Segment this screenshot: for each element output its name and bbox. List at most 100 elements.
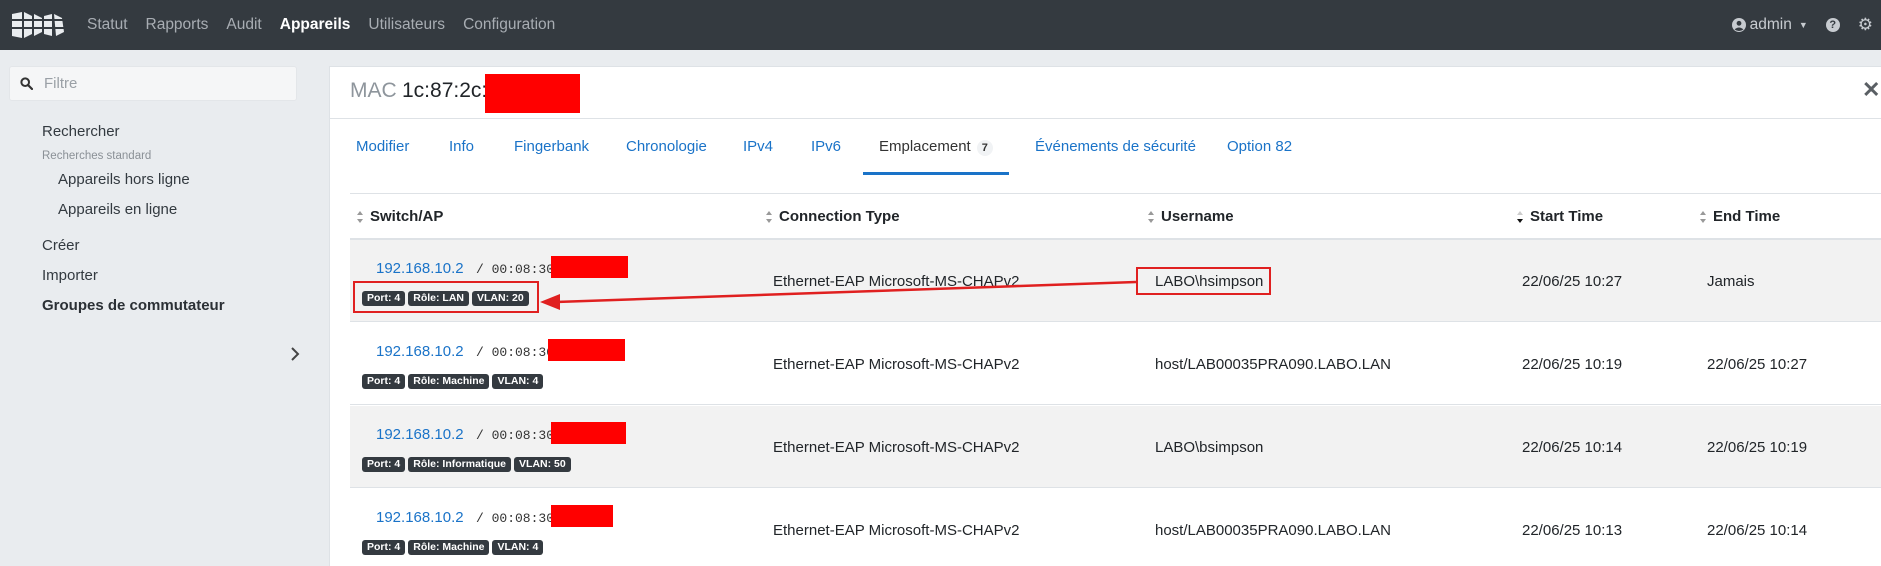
end-time: 22/06/25 10:14: [1707, 522, 1808, 539]
logo-icon[interactable]: [0, 0, 78, 50]
mac-label: MAC: [350, 79, 397, 102]
redaction-box: [551, 256, 628, 278]
sidebar-item-offline[interactable]: Appareils hors ligne: [58, 171, 190, 188]
nav-rapports[interactable]: Rapports: [137, 7, 218, 43]
tab-ipv6[interactable]: IPv6: [811, 120, 841, 175]
close-icon[interactable]: ✕: [1862, 77, 1880, 103]
col-switch-ap[interactable]: Switch/AP: [356, 208, 443, 225]
filter-input[interactable]: [44, 75, 284, 92]
redaction-box: [551, 422, 626, 444]
sort-desc-icon: [1517, 210, 1523, 223]
vlan-badge: VLAN: 4: [492, 374, 544, 389]
switch-ip-link[interactable]: 192.168.10.2: [376, 260, 464, 277]
start-time: 22/06/25 10:19: [1522, 356, 1623, 373]
table-row[interactable]: 192.168.10.2 / 00:08:30: Port: 4 Rôle: In…: [350, 406, 1881, 488]
tab-chronologie[interactable]: Chronologie: [626, 120, 707, 175]
nav-utilisateurs[interactable]: Utilisateurs: [359, 7, 454, 43]
end-time: 22/06/25 10:19: [1707, 439, 1808, 456]
vlan-badge: VLAN: 4: [492, 540, 544, 555]
tab-bar: Modifier Info Fingerbank Chronologie IPv…: [330, 120, 1881, 175]
device-panel: MAC 1c:87:2c: ✕ Modifier Info Fingerbank…: [329, 66, 1881, 566]
port-badge: Port: 4: [362, 374, 406, 389]
switch-mac-text: / 00:08:30: [476, 345, 555, 360]
nav-audit[interactable]: Audit: [217, 7, 270, 43]
switch-ip-link[interactable]: 192.168.10.2: [376, 343, 464, 360]
connection-type: Ethernet-EAP Microsoft-MS-CHAPv2: [773, 356, 1020, 373]
sort-icon: [766, 210, 772, 223]
switch-mac-text: / 00:08:30:: [476, 511, 562, 526]
start-time: 22/06/25 10:27: [1522, 273, 1623, 290]
mac-value: 1c:87:2c:: [402, 79, 488, 102]
col-label: Switch/AP: [370, 208, 444, 225]
redaction-box: [485, 74, 580, 113]
sidebar-item-importer[interactable]: Importer: [42, 267, 98, 284]
tab-count-badge: 7: [976, 140, 993, 156]
filter-field[interactable]: [9, 66, 297, 101]
chevron-right-icon[interactable]: [290, 347, 300, 361]
port-badge: Port: 4: [362, 540, 406, 555]
col-end-time[interactable]: End Time: [1699, 208, 1780, 225]
switch-ip-link[interactable]: 192.168.10.2: [376, 426, 464, 443]
nav-appareils[interactable]: Appareils: [271, 7, 360, 43]
redaction-box: [548, 339, 625, 361]
sidebar-item-switch-groups[interactable]: Groupes de commutateur: [42, 297, 225, 314]
search-icon: [20, 77, 38, 90]
port-badge: Port: 4: [362, 457, 406, 472]
tab-emplacement[interactable]: Emplacement 7: [863, 120, 1009, 175]
connection-type: Ethernet-EAP Microsoft-MS-CHAPv2: [773, 439, 1020, 456]
table-row[interactable]: 192.168.10.2 / 00:08:30: Port: 4 Rôle: LA…: [350, 240, 1881, 322]
switch-mac: / 00:08:30:: [476, 426, 562, 443]
col-label: End Time: [1713, 208, 1781, 225]
col-label: Username: [1161, 208, 1234, 225]
sidebar-item-online[interactable]: Appareils en ligne: [58, 201, 177, 218]
end-time: Jamais: [1707, 273, 1755, 290]
col-label: Start Time: [1530, 208, 1604, 225]
sort-icon: [1148, 210, 1154, 223]
tab-modifier[interactable]: Modifier: [356, 120, 409, 175]
end-time: 22/06/25 10:27: [1707, 356, 1808, 373]
switch-mac-text: / 00:08:30:: [476, 262, 562, 277]
top-navbar: Statut Rapports Audit Appareils Utilisat…: [0, 0, 1881, 50]
sidebar-item-creer[interactable]: Créer: [42, 237, 80, 254]
caret-down-icon: ▼: [1798, 20, 1808, 30]
table-row[interactable]: 192.168.10.2 / 00:08:30: Port: 4 Rôle: Ma…: [350, 489, 1881, 566]
switch-mac: / 00:08:30:: [476, 509, 562, 526]
role-badge: Rôle: Machine: [408, 540, 490, 555]
sidebar-item-rechercher[interactable]: Rechercher: [42, 123, 120, 140]
role-badge: Rôle: Informatique: [408, 457, 512, 472]
nav-statut[interactable]: Statut: [78, 7, 137, 43]
connection-type: Ethernet-EAP Microsoft-MS-CHAPv2: [773, 273, 1020, 290]
tab-security-events[interactable]: Événements de sécurité: [1035, 120, 1196, 175]
tag-group: Port: 4 Rôle: Machine VLAN: 4: [362, 371, 546, 389]
col-username[interactable]: Username: [1147, 208, 1234, 225]
sort-icon: [357, 210, 363, 223]
col-label: Connection Type: [779, 208, 900, 225]
connection-type: Ethernet-EAP Microsoft-MS-CHAPv2: [773, 522, 1020, 539]
user-menu[interactable]: admin ▼: [1731, 16, 1808, 34]
col-start-time[interactable]: Start Time: [1516, 208, 1603, 225]
username: host/LAB00035PRA090.LABO.LAN: [1155, 522, 1391, 539]
sidebar: Rechercher Recherches standard Appareils…: [0, 50, 329, 566]
switch-mac-text: / 00:08:30:: [476, 428, 562, 443]
annotation-box-tags: [353, 281, 539, 313]
username: LABO\bsimpson: [1155, 439, 1264, 456]
tab-ipv4[interactable]: IPv4: [743, 120, 773, 175]
nav-configuration[interactable]: Configuration: [454, 7, 564, 43]
tab-option82[interactable]: Option 82: [1227, 120, 1292, 175]
tag-group: Port: 4 Rôle: Machine VLAN: 4: [362, 537, 546, 555]
table-row[interactable]: 192.168.10.2 / 00:08:30 Port: 4 Rôle: Mac…: [350, 323, 1881, 405]
switch-ip-link[interactable]: 192.168.10.2: [376, 509, 464, 526]
user-circle-icon: [1731, 18, 1746, 32]
role-badge: Rôle: Machine: [408, 374, 490, 389]
user-name: admin: [1749, 16, 1792, 33]
help-icon[interactable]: ?: [1825, 18, 1840, 32]
tab-fingerbank[interactable]: Fingerbank: [514, 120, 589, 175]
table-header: Switch/AP Connection Type Username Start…: [350, 193, 1881, 240]
switch-mac: / 00:08:30:: [476, 260, 562, 277]
redaction-box: [551, 505, 613, 527]
vlan-badge: VLAN: 50: [514, 457, 571, 472]
tab-info[interactable]: Info: [449, 120, 474, 175]
gear-icon[interactable]: ⚙: [1858, 15, 1873, 35]
start-time: 22/06/25 10:13: [1522, 522, 1623, 539]
col-connection-type[interactable]: Connection Type: [765, 208, 900, 225]
